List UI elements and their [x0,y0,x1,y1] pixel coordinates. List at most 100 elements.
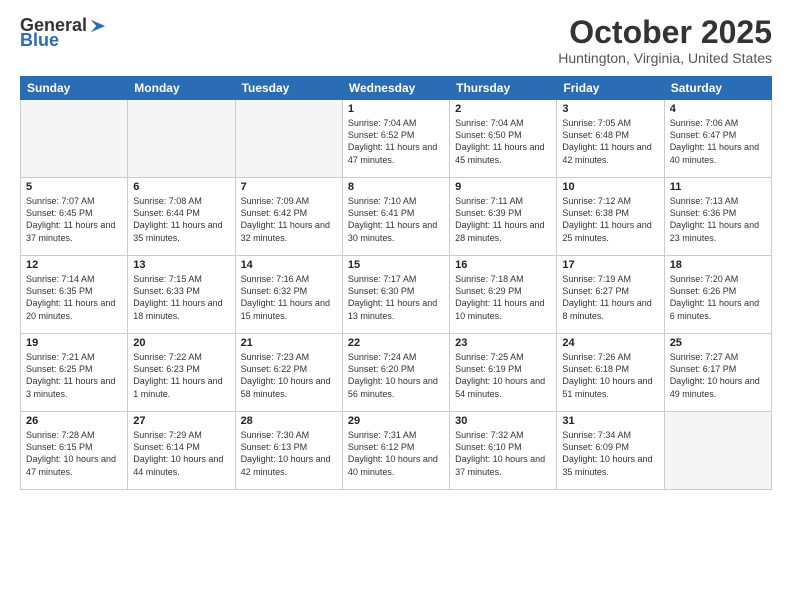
calendar-cell-28: 28 Sunrise: 7:30 AMSunset: 6:13 PMDayligh… [235,412,342,490]
calendar-cell-29: 29 Sunrise: 7:31 AMSunset: 6:12 PMDayligh… [342,412,449,490]
day-number: 31 [562,415,658,427]
month-title: October 2025 [558,15,772,50]
calendar-cell-12: 12 Sunrise: 7:14 AMSunset: 6:35 PMDayligh… [21,256,128,334]
day-number: 12 [26,259,122,271]
calendar-cell-13: 13Sunrise: 7:15 AMSunset: 6:33 PMDayligh… [128,256,235,334]
calendar-cell-21: 21Sunrise: 7:23 AMSunset: 6:22 PMDayligh… [235,334,342,412]
calendar-cell-5: 5 Sunrise: 7:07 AMSunset: 6:45 PMDaylight… [21,178,128,256]
column-header-wednesday: Wednesday [342,77,449,100]
day-number: 28 [241,415,337,427]
calendar-cell-empty [21,100,128,178]
day-detail: Sunrise: 7:06 AMSunset: 6:47 PMDaylight:… [670,117,766,166]
day-number: 30 [455,415,551,427]
week-row-4: 26Sunrise: 7:28 AMSunset: 6:15 PMDayligh… [21,412,772,490]
calendar-cell-empty [128,100,235,178]
day-detail: Sunrise: 7:31 AMSunset: 6:12 PMDaylight:… [348,429,444,478]
day-detail: Sunrise: 7:21 AMSunset: 6:25 PMDaylight:… [26,351,122,400]
day-number: 17 [562,259,658,271]
day-detail: Sunrise: 7:28 AMSunset: 6:15 PMDaylight:… [26,429,122,478]
week-row-0: 1 Sunrise: 7:04 AMSunset: 6:52 PMDaylight… [21,100,772,178]
calendar-cell-14: 14Sunrise: 7:16 AMSunset: 6:32 PMDayligh… [235,256,342,334]
day-number: 16 [455,259,551,271]
logo-blue-text: Blue [20,30,59,51]
day-detail: Sunrise: 7:04 AMSunset: 6:52 PMDaylight:… [348,117,444,166]
page: General Blue October 2025 Huntington, Vi… [0,0,792,612]
day-detail: Sunrise: 7:15 AMSunset: 6:33 PMDaylight:… [133,273,229,322]
day-number: 21 [241,337,337,349]
calendar-cell-7: 7 Sunrise: 7:09 AMSunset: 6:42 PMDaylight… [235,178,342,256]
day-number: 6 [133,181,229,193]
calendar-cell-17: 17Sunrise: 7:19 AMSunset: 6:27 PMDayligh… [557,256,664,334]
day-detail: Sunrise: 7:32 AMSunset: 6:10 PMDaylight:… [455,429,551,478]
day-detail: Sunrise: 7:25 AMSunset: 6:19 PMDaylight:… [455,351,551,400]
day-number: 22 [348,337,444,349]
day-number: 20 [133,337,229,349]
day-number: 4 [670,103,766,115]
calendar-cell-1: 1 Sunrise: 7:04 AMSunset: 6:52 PMDaylight… [342,100,449,178]
day-detail: Sunrise: 7:09 AMSunset: 6:42 PMDaylight:… [241,195,337,244]
day-number: 23 [455,337,551,349]
day-number: 10 [562,181,658,193]
calendar-cell-18: 18 Sunrise: 7:20 AMSunset: 6:26 PMDayligh… [664,256,771,334]
calendar-cell-empty [235,100,342,178]
day-number: 19 [26,337,122,349]
column-header-tuesday: Tuesday [235,77,342,100]
day-detail: Sunrise: 7:30 AMSunset: 6:13 PMDaylight:… [241,429,337,478]
calendar-cell-4: 4 Sunrise: 7:06 AMSunset: 6:47 PMDaylight… [664,100,771,178]
day-number: 5 [26,181,122,193]
week-row-1: 5 Sunrise: 7:07 AMSunset: 6:45 PMDaylight… [21,178,772,256]
day-detail: Sunrise: 7:29 AMSunset: 6:14 PMDaylight:… [133,429,229,478]
day-number: 7 [241,181,337,193]
calendar-cell-25: 25 Sunrise: 7:27 AMSunset: 6:17 PMDayligh… [664,334,771,412]
day-number: 15 [348,259,444,271]
calendar-cell-8: 8Sunrise: 7:10 AMSunset: 6:41 PMDaylight… [342,178,449,256]
day-detail: Sunrise: 7:08 AMSunset: 6:44 PMDaylight:… [133,195,229,244]
calendar-cell-16: 16Sunrise: 7:18 AMSunset: 6:29 PMDayligh… [450,256,557,334]
day-detail: Sunrise: 7:14 AMSunset: 6:35 PMDaylight:… [26,273,122,322]
day-detail: Sunrise: 7:11 AMSunset: 6:39 PMDaylight:… [455,195,551,244]
day-detail: Sunrise: 7:10 AMSunset: 6:41 PMDaylight:… [348,195,444,244]
day-detail: Sunrise: 7:12 AMSunset: 6:38 PMDaylight:… [562,195,658,244]
day-detail: Sunrise: 7:04 AMSunset: 6:50 PMDaylight:… [455,117,551,166]
calendar-cell-23: 23 Sunrise: 7:25 AMSunset: 6:19 PMDayligh… [450,334,557,412]
calendar-cell-11: 11 Sunrise: 7:13 AMSunset: 6:36 PMDayligh… [664,178,771,256]
calendar-cell-27: 27Sunrise: 7:29 AMSunset: 6:14 PMDayligh… [128,412,235,490]
location: Huntington, Virginia, United States [558,50,772,66]
column-header-friday: Friday [557,77,664,100]
day-number: 14 [241,259,337,271]
column-header-sunday: Sunday [21,77,128,100]
day-detail: Sunrise: 7:20 AMSunset: 6:26 PMDaylight:… [670,273,766,322]
day-number: 1 [348,103,444,115]
calendar-header-row: SundayMondayTuesdayWednesdayThursdayFrid… [21,77,772,100]
calendar: SundayMondayTuesdayWednesdayThursdayFrid… [20,76,772,490]
column-header-monday: Monday [128,77,235,100]
day-detail: Sunrise: 7:24 AMSunset: 6:20 PMDaylight:… [348,351,444,400]
header: General Blue October 2025 Huntington, Vi… [20,15,772,66]
day-number: 11 [670,181,766,193]
logo: General Blue [20,15,107,51]
day-detail: Sunrise: 7:05 AMSunset: 6:48 PMDaylight:… [562,117,658,166]
calendar-cell-30: 30 Sunrise: 7:32 AMSunset: 6:10 PMDayligh… [450,412,557,490]
day-number: 24 [562,337,658,349]
calendar-cell-20: 20 Sunrise: 7:22 AMSunset: 6:23 PMDayligh… [128,334,235,412]
calendar-cell-26: 26Sunrise: 7:28 AMSunset: 6:15 PMDayligh… [21,412,128,490]
day-number: 25 [670,337,766,349]
day-number: 18 [670,259,766,271]
day-number: 29 [348,415,444,427]
calendar-cell-31: 31 Sunrise: 7:34 AMSunset: 6:09 PMDayligh… [557,412,664,490]
day-detail: Sunrise: 7:13 AMSunset: 6:36 PMDaylight:… [670,195,766,244]
calendar-cell-empty [664,412,771,490]
calendar-cell-19: 19 Sunrise: 7:21 AMSunset: 6:25 PMDayligh… [21,334,128,412]
calendar-cell-9: 9Sunrise: 7:11 AMSunset: 6:39 PMDaylight… [450,178,557,256]
calendar-cell-15: 15Sunrise: 7:17 AMSunset: 6:30 PMDayligh… [342,256,449,334]
title-block: October 2025 Huntington, Virginia, Unite… [558,15,772,66]
calendar-cell-22: 22 Sunrise: 7:24 AMSunset: 6:20 PMDayligh… [342,334,449,412]
day-detail: Sunrise: 7:22 AMSunset: 6:23 PMDaylight:… [133,351,229,400]
calendar-cell-3: 3Sunrise: 7:05 AMSunset: 6:48 PMDaylight… [557,100,664,178]
calendar-cell-10: 10 Sunrise: 7:12 AMSunset: 6:38 PMDayligh… [557,178,664,256]
day-detail: Sunrise: 7:07 AMSunset: 6:45 PMDaylight:… [26,195,122,244]
day-detail: Sunrise: 7:27 AMSunset: 6:17 PMDaylight:… [670,351,766,400]
day-detail: Sunrise: 7:34 AMSunset: 6:09 PMDaylight:… [562,429,658,478]
day-number: 2 [455,103,551,115]
logo-arrow-icon [89,17,107,35]
